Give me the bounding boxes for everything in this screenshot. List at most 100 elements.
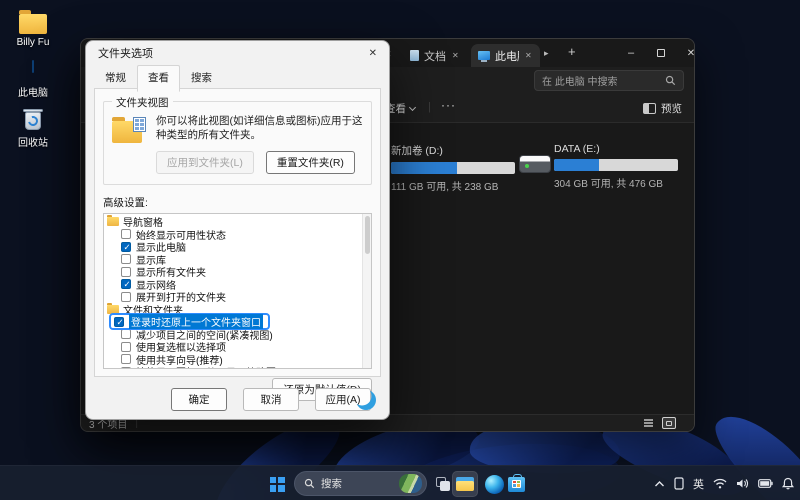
- wifi-icon[interactable]: [713, 478, 727, 489]
- minimize-button[interactable]: –: [616, 39, 646, 67]
- store-icon: [507, 473, 525, 492]
- drive-name: 新加卷 (D:): [391, 145, 443, 157]
- desktop-icon-recycle-bin[interactable]: 回收站: [4, 105, 62, 149]
- notifications-bell-icon[interactable]: [782, 477, 794, 490]
- recycle-bin-icon: [23, 107, 43, 131]
- desktop-icon-label: 回收站: [18, 138, 48, 149]
- desktop-icon-label: Billy Fu: [16, 37, 50, 48]
- reset-folders-button[interactable]: 重置文件夹(R): [265, 151, 355, 175]
- desktop-icon-label: 此电脑: [18, 88, 48, 99]
- drive-detail: 304 GB 可用, 共 476 GB: [554, 179, 663, 190]
- details-view-toggle[interactable]: [641, 417, 655, 429]
- preview-toggle[interactable]: 预览: [643, 101, 682, 116]
- search-icon: [665, 75, 676, 86]
- new-tab-button[interactable]: +: [568, 44, 576, 59]
- toolbar-divider: |: [428, 101, 431, 113]
- hard-drive-icon: [519, 155, 551, 177]
- system-tray: 英: [654, 466, 794, 500]
- ime-language-indicator[interactable]: 英: [693, 476, 704, 492]
- setting-label: 登录时还原上一个文件夹窗口: [129, 314, 263, 330]
- show-hidden-icons-chevron[interactable]: [654, 480, 665, 488]
- tab-documents[interactable]: 文档 ✕: [403, 44, 467, 67]
- drive-name: DATA (E:): [554, 143, 600, 155]
- checkbox-icon[interactable]: [121, 266, 131, 277]
- start-button[interactable]: [264, 471, 290, 497]
- task-view-icon: [436, 477, 450, 491]
- drive-capacity-bar: [554, 159, 678, 171]
- drive-item-d[interactable]: 新加卷 (D:) 111 GB 可用, 共 238 GB: [391, 143, 521, 193]
- preview-label: 预览: [661, 103, 682, 115]
- bing-image-thumbnail: [399, 474, 422, 493]
- checkbox-icon[interactable]: [121, 329, 131, 340]
- group-folder-icon: [107, 215, 119, 227]
- close-button[interactable]: ✕: [676, 39, 694, 67]
- battery-icon[interactable]: [758, 479, 773, 488]
- list-scrollbar[interactable]: [362, 214, 371, 369]
- tab-close-icon[interactable]: ✕: [524, 51, 533, 60]
- windows-logo-icon: [269, 476, 285, 492]
- folder-views-group: 文件夹视图 你可以将此视图(如详细信息或图标)应用于这种类型的所有文件夹。 应用…: [103, 95, 372, 186]
- checkbox-icon[interactable]: [121, 366, 131, 369]
- taskbar: 搜索 英: [0, 465, 800, 500]
- checkbox-icon[interactable]: [121, 291, 131, 302]
- preview-pane-icon: [643, 103, 656, 114]
- checkbox-icon[interactable]: [121, 229, 131, 240]
- highlight-annotation-box: 登录时还原上一个文件夹窗口: [109, 313, 270, 331]
- maximize-icon: [657, 49, 665, 57]
- search-icon: [304, 478, 315, 489]
- advanced-settings-list[interactable]: 导航窗格始终显示可用性状态显示此电脑显示库显示所有文件夹显示网络展开到打开的文件…: [103, 213, 372, 370]
- tab-label: 此电脑: [495, 50, 519, 63]
- apply-to-folders-button[interactable]: 应用到文件夹(L): [156, 151, 254, 175]
- crescent-decoration: [356, 390, 376, 411]
- taskbar-search-input[interactable]: 搜索: [294, 471, 427, 496]
- search-placeholder: 在 此电脑 中搜索: [542, 77, 618, 88]
- tab-search[interactable]: 搜索: [180, 65, 223, 91]
- checkbox-icon[interactable]: [121, 341, 131, 352]
- advanced-setting-item[interactable]: 始终显示图标，从不显示缩略图: [104, 365, 361, 369]
- tab-view[interactable]: 查看: [137, 65, 180, 92]
- dialog-close-icon[interactable]: ✕: [369, 48, 377, 59]
- cancel-button[interactable]: 取消: [243, 388, 299, 411]
- computer-icon: [478, 51, 490, 62]
- tab-close-icon[interactable]: ✕: [451, 51, 460, 60]
- taskbar-store-button[interactable]: [503, 471, 529, 497]
- folder-options-dialog: 文件夹选项 ✕ 常规 查看 搜索 文件夹视图 你可以将此视图(如详细信息或图标)…: [85, 40, 390, 420]
- more-options-button[interactable]: ···: [441, 98, 456, 112]
- scrollbar-thumb[interactable]: [364, 216, 370, 255]
- checkbox-icon[interactable]: [114, 316, 125, 327]
- ok-button[interactable]: 确定: [171, 388, 227, 411]
- group-legend: 文件夹视图: [112, 95, 173, 110]
- taskbar-file-explorer-button[interactable]: [452, 471, 478, 497]
- device-icon[interactable]: [674, 477, 684, 490]
- desktop-icon-this-pc[interactable]: 此电脑: [4, 55, 62, 99]
- checkbox-icon[interactable]: [121, 241, 132, 252]
- explorer-search-input[interactable]: 在 此电脑 中搜索: [534, 70, 684, 91]
- folder-views-description: 你可以将此视图(如详细信息或图标)应用于这种类型的所有文件夹。: [156, 115, 363, 142]
- computer-icon: [20, 60, 46, 81]
- dialog-title: 文件夹选项: [98, 48, 153, 60]
- checkbox-icon[interactable]: [121, 254, 131, 265]
- tab-general[interactable]: 常规: [94, 65, 137, 91]
- file-explorer-icon: [456, 477, 474, 491]
- setting-label: 始终显示图标，从不显示缩略图: [136, 364, 276, 369]
- volume-icon[interactable]: [736, 478, 749, 489]
- folder-icon: [19, 10, 47, 34]
- edge-icon: [484, 474, 504, 494]
- dialog-footer: 确定 取消 应用(A): [171, 388, 371, 411]
- dialog-title-bar: 文件夹选项 ✕: [86, 41, 389, 65]
- folder-view-icon: [112, 117, 146, 143]
- dialog-tabs: 常规 查看 搜索: [86, 65, 389, 92]
- tab-scroll-icon[interactable]: ▸: [544, 48, 549, 59]
- maximize-button[interactable]: [646, 39, 676, 67]
- drive-item-e[interactable]: DATA (E:) 304 GB 可用, 共 476 GB: [554, 143, 684, 190]
- advanced-setting-item[interactable]: 登录时还原上一个文件夹窗口: [104, 313, 361, 331]
- search-label: 搜索: [321, 478, 342, 490]
- icons-view-toggle[interactable]: [662, 417, 676, 429]
- tab-label: 文档: [424, 50, 446, 63]
- tab-this-pc[interactable]: 此电脑 ✕: [471, 44, 540, 67]
- drive-detail: 111 GB 可用, 共 238 GB: [391, 182, 499, 193]
- view-tab-page: 文件夹视图 你可以将此视图(如详细信息或图标)应用于这种类型的所有文件夹。 应用…: [94, 88, 381, 411]
- desktop-icon-billy-fu[interactable]: Billy Fu: [4, 8, 62, 48]
- checkbox-icon[interactable]: [121, 279, 132, 290]
- checkbox-icon[interactable]: [121, 354, 131, 365]
